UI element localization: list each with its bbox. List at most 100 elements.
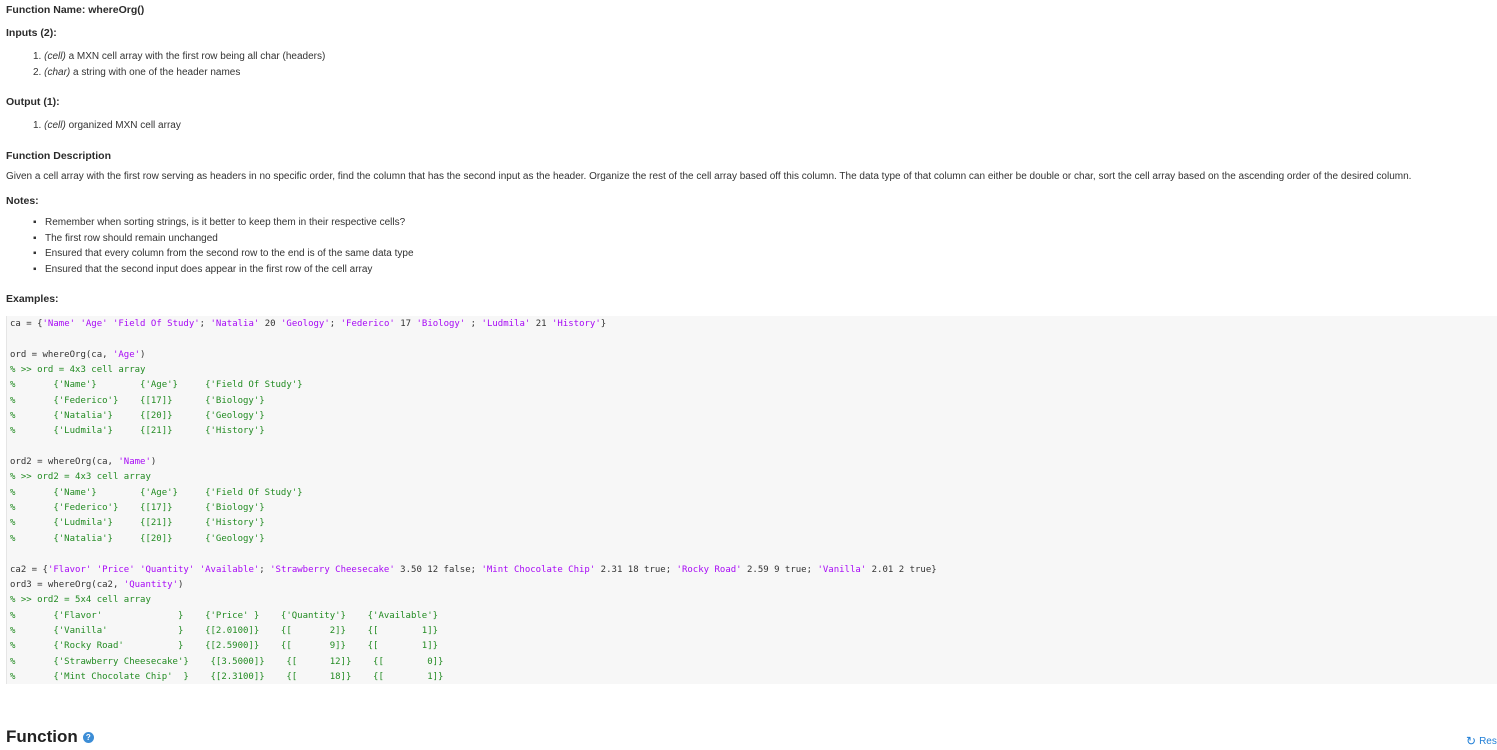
output-heading: Output (1): xyxy=(6,96,60,108)
code-comment: % >> ord2 = 5x4 cell array xyxy=(10,595,151,606)
code-string: 'Available' xyxy=(199,564,260,575)
code-line: % {'Name'} {'Age'} {'Field Of Study'} xyxy=(10,486,1497,501)
reset-button[interactable]: ↻ Res xyxy=(1466,734,1497,748)
code-string: 'Price' xyxy=(96,564,135,575)
code-line: % {'Vanilla' } {[2.0100]} {[ 2]} {[ 1]} xyxy=(10,624,1497,639)
code-text: ) xyxy=(140,349,146,360)
note-item: ▪ Remember when sorting strings, is it be… xyxy=(33,215,414,231)
examples-heading: Examples: xyxy=(6,293,59,305)
code-text: 20 xyxy=(259,319,281,329)
code-line: ord2 = whereOrg(ca, 'Name') xyxy=(10,455,1497,470)
code-string: 'Field Of Study' xyxy=(112,319,200,329)
code-text: } xyxy=(600,319,607,329)
code-string: 'Ludmila' xyxy=(481,319,531,329)
code-string: 'Quantity' xyxy=(140,564,195,575)
code-text: ) xyxy=(177,579,184,590)
code-line: % {'Federico'} {[17]} {'Biology'} xyxy=(10,501,1497,516)
bullet-icon: ▪ xyxy=(33,248,37,260)
code-text: ca = { xyxy=(10,319,43,329)
code-text: 2.01 2 true} xyxy=(866,564,937,575)
input-desc: a string with one of the header names xyxy=(73,66,241,78)
code-string: 'Strawberry Cheesecake' xyxy=(270,564,395,575)
question-circle-icon[interactable]: ? xyxy=(82,731,94,743)
code-comment: % {'Federico'} {[17]} {'Biology'} xyxy=(10,395,265,406)
output-type: (cell) xyxy=(44,120,66,131)
code-text: ; xyxy=(329,319,341,329)
code-line: % >> ord2 = 5x4 cell array xyxy=(10,593,1497,608)
description-text: Given a cell array with the first row se… xyxy=(6,171,1412,182)
inputs-list: 1. (cell) a MXN cell array with the firs… xyxy=(33,49,325,80)
code-comment: % >> ord2 = 4x3 cell array xyxy=(10,472,151,483)
code-line: % >> ord = 4x3 cell array xyxy=(10,363,1497,378)
code-comment: % {'Mint Chocolate Chip' } {[2.3100]} {[… xyxy=(10,671,444,682)
code-line: % {'Federico'} {[17]} {'Biology'} xyxy=(10,394,1497,409)
code-line: % {'Mint Chocolate Chip' } {[2.3100]} {[… xyxy=(10,670,1497,685)
code-line: % {'Strawberry Cheesecake'} {[3.5000]} {… xyxy=(10,655,1497,670)
input-desc: a MXN cell array with the first row bein… xyxy=(68,51,326,62)
code-text: ; xyxy=(465,319,482,329)
code-line: % >> ord2 = 4x3 cell array xyxy=(10,470,1497,485)
code-string: 'Name' xyxy=(118,457,151,468)
code-text: 2.31 18 true; xyxy=(595,564,677,575)
input-item: 2. (char) a string with one of the heade… xyxy=(33,66,241,78)
code-text: ; xyxy=(199,319,211,329)
code-string: 'Rocky Road' xyxy=(676,564,742,575)
outputs-list: 1. (cell) organized MXN cell array xyxy=(33,118,181,134)
code-string: 'Federico' xyxy=(340,319,395,329)
code-line: ca2 = {'Flavor' 'Price' 'Quantity' 'Avai… xyxy=(10,563,1497,578)
code-string: 'Mint Chocolate Chip' xyxy=(481,564,596,575)
bullet-icon: ▪ xyxy=(33,263,37,275)
refresh-icon: ↻ xyxy=(1466,734,1477,748)
code-line: % {'Flavor' } {'Price' } {'Quantity'} {'… xyxy=(10,609,1497,624)
code-line: ord = whereOrg(ca, 'Age') xyxy=(10,348,1497,363)
code-text: 17 xyxy=(394,319,417,329)
code-comment: % {'Vanilla' } {[2.0100]} {[ 2]} {[ 1]} xyxy=(10,625,439,636)
code-comment: % >> ord = 4x3 cell array xyxy=(10,365,146,376)
note-item: ▪ Ensured that every column from the seco… xyxy=(33,246,414,262)
code-string: 'Quantity' xyxy=(123,579,178,590)
code-text: ord2 = whereOrg(ca, xyxy=(10,457,119,468)
code-comment: % {'Federico'} {[17]} {'Biology'} xyxy=(10,503,265,514)
code-text: 2.59 9 true; xyxy=(741,564,818,575)
code-comment: % {'Rocky Road' } {[2.5900]} {[ 9]} {[ 1… xyxy=(10,641,439,652)
code-string: 'History' xyxy=(552,319,601,329)
code-line: ca = {'Name' 'Age' 'Field Of Study'; 'Na… xyxy=(10,317,1497,332)
code-line: % {'Natalia'} {[20]} {'Geology'} xyxy=(10,532,1497,547)
code-line: % {'Rocky Road' } {[2.5900]} {[ 9]} {[ 1… xyxy=(10,639,1497,654)
code-comment: % {'Name'} {'Age'} {'Field Of Study'} xyxy=(10,380,303,391)
code-text: ord3 = whereOrg(ca2, xyxy=(10,579,124,590)
code-string: 'Age' xyxy=(80,319,108,329)
notes-list: ▪ Remember when sorting strings, is it be… xyxy=(33,215,414,277)
code-line: % {'Ludmila'} {[21]} {'History'} xyxy=(10,424,1497,439)
code-string: 'Name' xyxy=(42,319,76,329)
code-string: 'Natalia' xyxy=(210,319,260,329)
examples-code-block: ca = {'Name' 'Age' 'Field Of Study'; 'Na… xyxy=(6,316,1497,684)
code-string: 'Flavor' xyxy=(47,564,92,575)
code-comment: % {'Flavor' } {'Price' } {'Quantity'} {'… xyxy=(10,610,439,621)
inputs-heading: Inputs (2): xyxy=(6,27,57,39)
code-line: ord3 = whereOrg(ca2, 'Quantity') xyxy=(10,578,1497,593)
bullet-icon: ▪ xyxy=(33,232,37,244)
code-text: ca2 = { xyxy=(10,564,48,575)
note-item: ▪ Ensured that the second input does appe… xyxy=(33,262,414,278)
code-line: % {'Natalia'} {[20]} {'Geology'} xyxy=(10,409,1497,424)
code-text: ) xyxy=(150,457,157,468)
code-string: 'Geology' xyxy=(280,319,330,329)
code-comment: % {'Ludmila'} {[21]} {'History'} xyxy=(10,426,265,437)
output-desc: organized MXN cell array xyxy=(68,120,181,131)
code-comment: % {'Natalia'} {[20]} {'Geology'} xyxy=(10,533,265,544)
function-section-header: Function ? xyxy=(6,727,94,747)
code-string: 'Vanilla' xyxy=(817,564,867,575)
notes-heading: Notes: xyxy=(6,195,39,207)
bullet-icon: ▪ xyxy=(33,217,37,228)
code-line: % {'Ludmila'} {[21]} {'History'} xyxy=(10,516,1497,531)
output-item: 1. (cell) organized MXN cell array xyxy=(33,120,181,131)
input-type: (cell) xyxy=(44,51,66,62)
code-text: ; xyxy=(259,564,271,575)
code-line: % {'Name'} {'Age'} {'Field Of Study'} xyxy=(10,378,1497,393)
note-item: ▪ The first row should remain unchanged xyxy=(33,231,414,247)
function-title: Function xyxy=(6,727,78,746)
